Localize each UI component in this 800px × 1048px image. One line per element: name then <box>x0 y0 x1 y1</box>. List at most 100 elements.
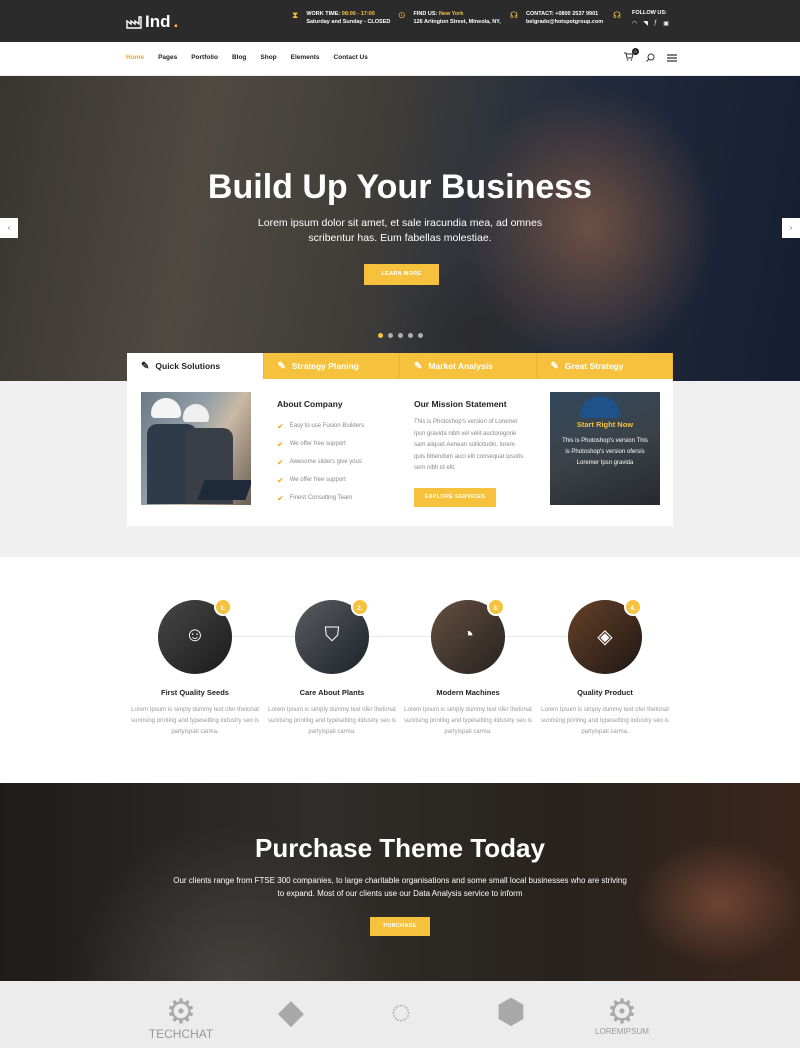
slider-next-button[interactable]: › <box>782 218 800 238</box>
feature-title: Quality Product <box>577 688 633 697</box>
rss-icon[interactable]: ◠ <box>632 20 637 27</box>
feature-text: Lorem Ipsum is simply dummy text ofer th… <box>404 707 532 735</box>
slider-dot[interactable] <box>378 333 383 338</box>
find-city: New York <box>438 11 464 17</box>
slider-dot[interactable] <box>398 333 403 338</box>
hero-slider: Build Up Your Business Lorem ipsum dolor… <box>0 76 800 381</box>
check-icon: ✔ <box>277 457 284 467</box>
nav-home[interactable]: Home <box>126 54 144 61</box>
slider-prev-button[interactable]: ‹ <box>0 218 18 238</box>
cart-button[interactable]: 0 <box>624 48 639 63</box>
about-company: About Company ✔ Easy to use Fusion Builde… <box>277 399 364 507</box>
twitter-icon[interactable]: ◥ <box>643 20 648 27</box>
check-icon: ✔ <box>277 421 284 431</box>
list-item: ✔ Finest Consulting Team <box>277 493 353 503</box>
find-us-info: ⊙ FIND US: New York 126 Arlington Street… <box>398 10 501 26</box>
purchase-text: Our clients range from FTSE 300 companie… <box>173 876 627 898</box>
slider-dot[interactable] <box>418 333 423 338</box>
find-address: 126 Arlington Street, Mineola, NY, <box>413 19 501 25</box>
cart-count: 0 <box>632 48 639 55</box>
follow-icon-wrap: ☊ <box>613 10 621 20</box>
explore-services-button[interactable]: EXPLORE SERVICES <box>414 487 496 507</box>
hexagon-icon: ⬢ <box>496 993 526 1031</box>
nav-portfolio[interactable]: Portfolio <box>191 54 218 61</box>
learn-more-button[interactable]: LEARN MORE <box>364 264 439 285</box>
logo-text: Ind <box>145 12 171 31</box>
menu-icon[interactable] <box>667 53 677 62</box>
search-icon[interactable] <box>646 53 655 62</box>
contact-email[interactable]: belgrado@hotspotgroup.com <box>526 18 603 26</box>
nav-shop[interactable]: Shop <box>260 54 276 61</box>
tab-label: Quick Solutions <box>155 361 221 371</box>
nav-blog[interactable]: Blog <box>232 54 246 61</box>
list-item: ✔ Easy to use Fusion Builders <box>277 421 365 431</box>
purchase-button[interactable]: PURCHASE <box>370 917 430 936</box>
check-icon: ✔ <box>277 475 284 485</box>
feature-text: Lorem Ipsum is simply dummy text ofer th… <box>268 707 396 735</box>
promo-text: This is Photoshop's version This is Phot… <box>562 438 648 466</box>
slider-dots <box>378 333 423 338</box>
user-icon: ☺ <box>184 624 206 646</box>
promo-card[interactable]: Start Right Now This is Photoshop's vers… <box>550 392 660 505</box>
client-logo-2[interactable]: ◆ <box>266 995 316 1029</box>
tab-market-analysis[interactable]: ✎ Market Analysis <box>400 353 537 379</box>
client-logo-name: LOREMIPSUM <box>595 1027 649 1036</box>
diamond-icon: ◆ <box>277 993 305 1031</box>
client-logo-techchat[interactable]: ⚙ TECHCHAT <box>148 995 214 1041</box>
site-logo[interactable]: Ind. <box>126 12 178 32</box>
tab-strategy-planing[interactable]: ✎ Strategy Planing <box>263 353 400 379</box>
edit-icon: ✎ <box>414 360 423 372</box>
mission-statement: Our Mission Statement This is Photoshop'… <box>414 399 524 507</box>
work-time-info: ⧗ WORK TIME: 08:00 - 17:00 Saturday and … <box>292 10 390 26</box>
follow-label: FOLLOW US: <box>632 10 667 16</box>
feature-number: 2. <box>351 598 369 616</box>
promo-title: Start Right Now <box>576 420 634 429</box>
contact-label: CONTACT: <box>526 11 554 17</box>
tab-quick-solutions[interactable]: ✎ Quick Solutions <box>127 353 264 379</box>
map-pin-icon: ⊙ <box>398 10 406 20</box>
work-closed: Saturday and Sunday - CLOSED <box>306 19 391 25</box>
list-item: ✔ Awesome sliders give yous <box>277 457 362 467</box>
list-item: ✔ We offer free support <box>277 439 346 449</box>
feature-card: ☺ 1. First Quality Seeds Lorem Ipsum is … <box>120 598 270 738</box>
check-icon: ✔ <box>277 439 284 449</box>
slider-dot[interactable] <box>388 333 393 338</box>
edit-icon: ✎ <box>550 360 559 372</box>
work-label: WORK TIME: <box>306 11 341 17</box>
purchase-section: Purchase Theme Today Our clients range f… <box>0 783 800 981</box>
client-logos: ⚙ TECHCHAT ◆ ◌ ⬢ ⚙ LOREMIPSUM <box>0 981 800 1048</box>
top-bar: Ind. ⧗ WORK TIME: 08:00 - 17:00 Saturday… <box>0 0 800 42</box>
facebook-icon[interactable]: ƒ <box>654 20 657 27</box>
mission-title: Our Mission Statement <box>414 399 507 409</box>
list-item: ✔ We offer free support <box>277 475 346 485</box>
feature-card: ◈ 4. Quality Product Lorem Ipsum is simp… <box>530 598 680 738</box>
purchase-title: Purchase Theme Today <box>255 833 545 863</box>
engineers-photo <box>141 392 251 505</box>
nav-contact[interactable]: Contact Us <box>334 54 368 61</box>
feature-number: 1. <box>214 598 232 616</box>
feature-card: ⛉ 2. Care About Plants Lorem Ipsum is si… <box>257 598 407 738</box>
about-title: About Company <box>277 399 343 409</box>
feature-title: Modern Machines <box>436 688 500 697</box>
solutions-tabs: ✎ Quick Solutions ✎ Strategy Planing ✎ Mark… <box>127 353 673 379</box>
mission-text: This is Photoshop's version of Loremer I… <box>414 419 524 471</box>
tab-great-strategy[interactable]: ✎ Great Strategy <box>536 353 673 379</box>
client-logo-3[interactable]: ◌ <box>378 995 424 1029</box>
linkedin-icon[interactable]: ▣ <box>663 20 669 27</box>
layers-icon: ◈ <box>597 626 613 648</box>
hero-title: Build Up Your Business <box>207 168 593 206</box>
contact-phone: +0800 2537 9901 <box>555 11 599 17</box>
feature-title: Care About Plants <box>299 688 365 697</box>
feature-card: ◔ 3. Modern Machines Lorem Ipsum is simp… <box>393 598 543 738</box>
slider-dot[interactable] <box>408 333 413 338</box>
tab-label: Great Strategy <box>564 361 624 371</box>
edit-icon: ✎ <box>277 360 286 372</box>
contact-info: ☊ CONTACT: +0800 2537 9901 belgrado@hots… <box>510 10 603 26</box>
work-hours: 08:00 - 17:00 <box>341 11 375 17</box>
client-logo-loremipsum[interactable]: ⚙ LOREMIPSUM <box>592 995 652 1036</box>
nav-elements[interactable]: Elements <box>291 54 320 61</box>
tab-panel: About Company ✔ Easy to use Fusion Builde… <box>127 379 673 526</box>
feature-text: Lorem Ipsum is simply dummy text ofer th… <box>541 707 669 735</box>
client-logo-4[interactable]: ⬢ <box>488 995 534 1029</box>
nav-pages[interactable]: Pages <box>158 54 177 61</box>
